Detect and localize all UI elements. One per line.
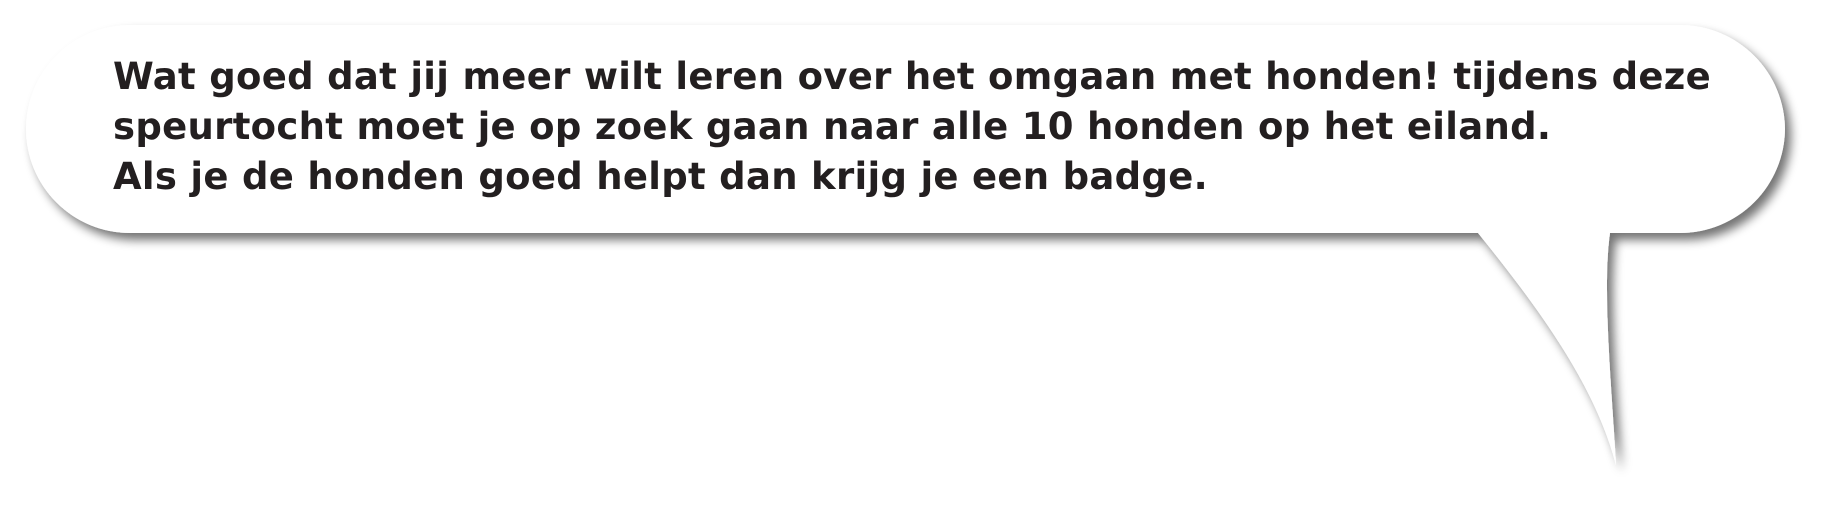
speech-bubble-text: Wat goed dat jij meer wilt leren over he… — [113, 52, 1713, 202]
bubble-text-line-2: speurtocht moet je op zoek gaan naar all… — [113, 105, 1552, 148]
speech-bubble-scene: Wat goed dat jij meer wilt leren over he… — [0, 0, 1830, 507]
bubble-text-line-3: Als je de honden goed helpt dan krijg je… — [113, 155, 1208, 198]
bubble-text-line-1: Wat goed dat jij meer wilt leren over he… — [113, 55, 1712, 98]
